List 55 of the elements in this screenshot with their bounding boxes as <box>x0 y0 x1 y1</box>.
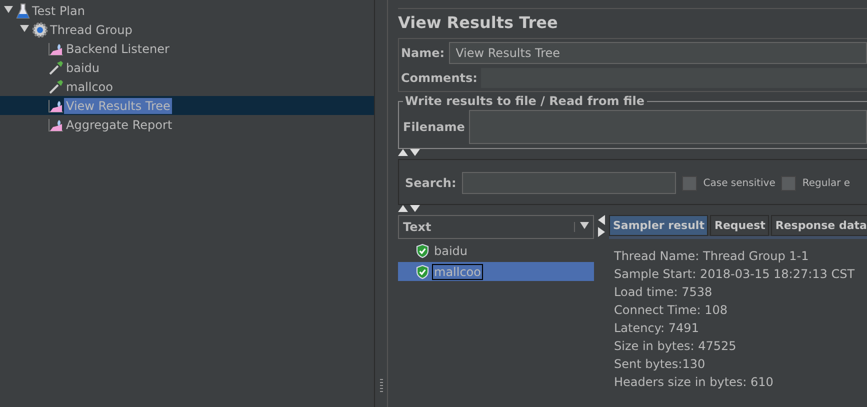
splitter-grip[interactable] <box>380 379 382 393</box>
checkbox[interactable] <box>682 176 698 190</box>
tree-item-label: baidu <box>65 60 101 76</box>
result-line: Connect Time: 108 <box>614 302 729 319</box>
splitter-arrows-icon[interactable] <box>398 205 420 212</box>
tree-item-label: View Results Tree <box>64 98 172 114</box>
result-line: Sample Start: 2018-03-15 18:27:13 CST <box>614 266 856 283</box>
filename-label: Filename <box>403 120 465 134</box>
chart-icon <box>48 98 64 112</box>
checkbox-label: Regular e <box>802 178 850 188</box>
tab[interactable]: Sampler result <box>609 215 708 236</box>
name-label: Name: <box>401 46 445 60</box>
search-label: Search: <box>405 176 456 190</box>
group-title: Write results to file / Read from file <box>404 94 646 108</box>
name-field[interactable]: View Results Tree <box>448 42 867 64</box>
shield-check-icon <box>416 264 429 278</box>
result-line: Sent bytes:130 <box>614 356 706 373</box>
splitter-arrows-icon[interactable] <box>398 149 420 156</box>
tree-row[interactable]: mallcoo <box>0 77 374 96</box>
result-line: Thread Name: Thread Group 1-1 <box>614 248 810 265</box>
tree-row[interactable]: Test Plan <box>0 1 374 20</box>
panel-title: View Results Tree <box>398 8 867 38</box>
caret-icon <box>580 222 588 229</box>
expanded-arrow-icon[interactable] <box>4 6 16 16</box>
tab[interactable]: Response data <box>771 215 867 236</box>
chart-icon <box>48 42 64 56</box>
chart-icon <box>48 118 64 132</box>
tree-item-label: Thread Group <box>49 22 134 38</box>
search-field[interactable] <box>462 172 676 194</box>
gear-icon <box>32 22 48 38</box>
flask-icon <box>16 2 30 18</box>
tree-row[interactable]: Aggregate Report <box>0 115 374 134</box>
tree-item-label: Backend Listener <box>65 40 170 56</box>
comments-label: Comments: <box>401 71 478 85</box>
collapse-arrows-icon[interactable] <box>598 215 605 237</box>
pipette-icon <box>48 78 64 94</box>
result-row[interactable]: baidu <box>398 241 594 260</box>
tree-row[interactable]: baidu <box>0 58 374 77</box>
filename-field[interactable] <box>468 110 867 144</box>
result-line: Load time: 7538 <box>614 284 714 301</box>
tree-item-label: mallcoo <box>65 78 114 94</box>
result-line: Headers size in bytes: 610 <box>614 374 774 391</box>
tab[interactable]: Request <box>710 215 770 236</box>
expanded-arrow-icon[interactable] <box>20 24 32 34</box>
renderer-dropdown[interactable]: Text <box>398 215 594 239</box>
tree-item-label: Aggregate Report <box>65 116 174 132</box>
result-line: Latency: 7491 <box>614 320 700 337</box>
tree-row[interactable]: Thread Group <box>0 20 374 39</box>
result-line: Size in bytes: 47525 <box>614 338 738 355</box>
pipette-icon <box>48 60 64 76</box>
checkbox[interactable] <box>781 176 796 190</box>
tree-row[interactable]: Backend Listener <box>0 39 374 58</box>
shield-check-icon <box>416 244 429 258</box>
checkbox-label: Case sensitive <box>703 178 776 188</box>
tree-item-label: Test Plan <box>31 2 86 18</box>
